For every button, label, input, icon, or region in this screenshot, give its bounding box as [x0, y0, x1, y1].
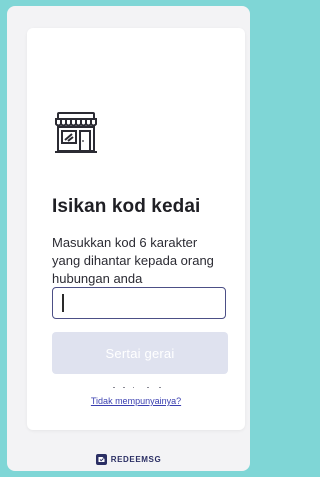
decorative-dots [113, 387, 161, 388]
brand-name: REDEEMSG [110, 454, 162, 464]
redeemsg-logo-icon [95, 453, 107, 465]
app-footer: REDEEMSG [7, 450, 250, 468]
store-code-card: Isikan kod kedai Masukkan kod 6 karakter… [27, 28, 245, 430]
app-screen: Isikan kod kedai Masukkan kod 6 karakter… [7, 6, 250, 471]
text-cursor [62, 294, 64, 312]
storefront-icon [55, 112, 97, 153]
page-title: Isikan kod kedai [52, 196, 201, 217]
store-code-input[interactable] [52, 287, 226, 319]
no-code-link[interactable]: Tidak mempunyainya? [27, 396, 245, 406]
instruction-text: Masukkan kod 6 karakter yang dihantar ke… [52, 235, 214, 286]
join-store-button[interactable]: Sertai gerai [52, 332, 228, 374]
